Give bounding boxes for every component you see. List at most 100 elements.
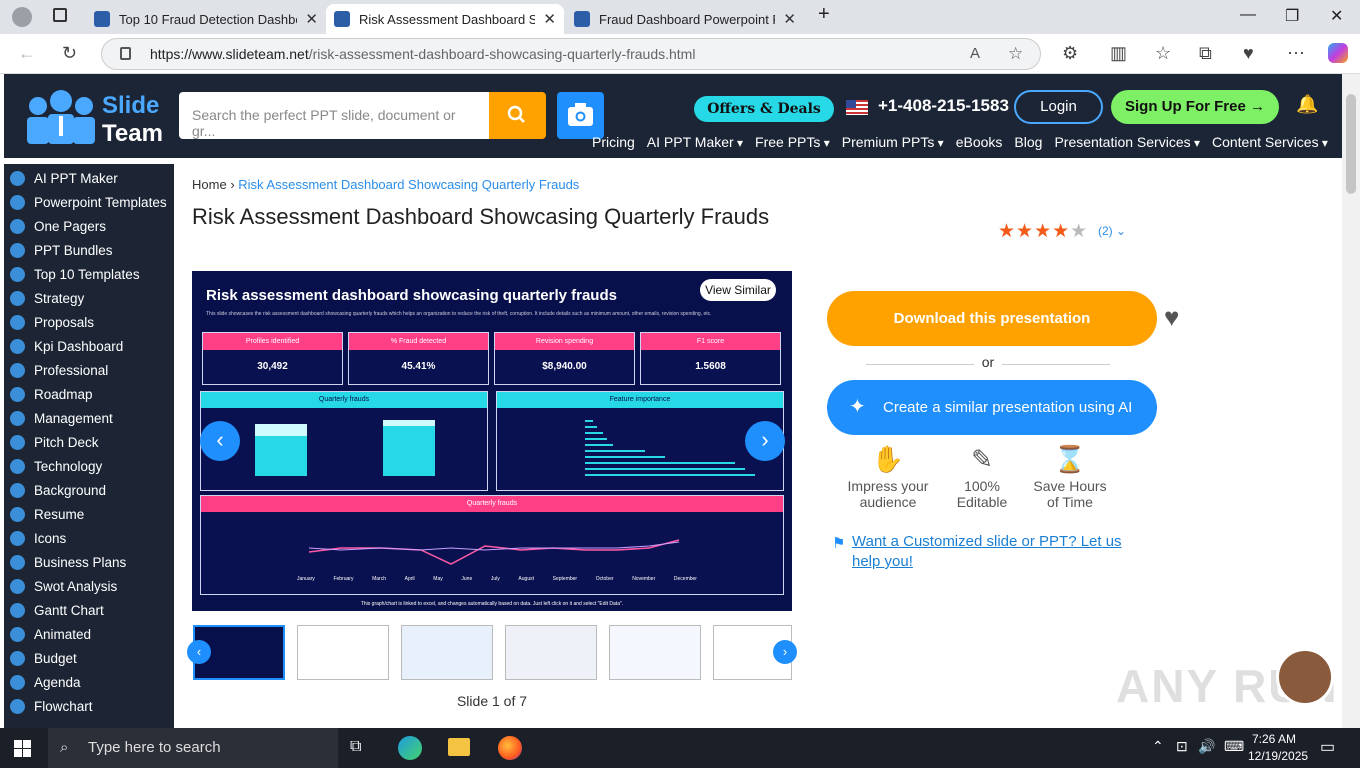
heart-icon[interactable]: ♥ xyxy=(1164,302,1179,333)
clock-time[interactable]: 7:26 AM xyxy=(1252,732,1296,746)
thumb-next-button[interactable]: › xyxy=(773,640,797,664)
edge-taskbar-icon[interactable] xyxy=(398,736,422,760)
sidebar-item[interactable]: Business Plans xyxy=(4,550,174,574)
thumbnail[interactable] xyxy=(297,625,389,680)
windows-start-icon[interactable] xyxy=(14,740,31,757)
copilot-icon[interactable] xyxy=(1328,43,1348,63)
sidebar-item[interactable]: Agenda xyxy=(4,670,174,694)
sidebar-item-label: Technology xyxy=(34,458,103,474)
url-field[interactable]: https://www.slideteam.net/risk-assessmen… xyxy=(101,38,1041,70)
file-explorer-icon[interactable] xyxy=(448,738,470,756)
tab-fraud-dashboard[interactable]: Fraud Dashboard Powerpoint Ppt ✕ xyxy=(566,4,804,34)
taskbar-search[interactable]: ⌕ Type here to search xyxy=(48,728,338,768)
task-view-icon[interactable]: ⧉ xyxy=(350,738,361,756)
phone-number[interactable]: +1-408-215-1583 xyxy=(878,96,1009,116)
slide-prev-button[interactable]: ‹ xyxy=(200,421,240,461)
sidebar-item[interactable]: Swot Analysis xyxy=(4,574,174,598)
network-icon[interactable]: ⊡ xyxy=(1176,738,1188,755)
sidebar-item[interactable]: Icons xyxy=(4,526,174,550)
more-menu-icon[interactable]: ⋯ xyxy=(1287,43,1305,64)
custom-slide-link[interactable]: Want a Customized slide or PPT? Let us h… xyxy=(852,532,1152,572)
notifications-icon[interactable]: ▭ xyxy=(1320,737,1335,757)
sidebar-item[interactable]: Kpi Dashboard xyxy=(4,334,174,358)
slide-next-button[interactable]: › xyxy=(745,421,785,461)
tab-risk-assessment[interactable]: Risk Assessment Dashboard Showcasing ✕ xyxy=(326,4,564,34)
volume-icon[interactable]: 🔊 xyxy=(1198,738,1215,755)
rating-stars[interactable]: ★★★★★ xyxy=(998,220,1088,243)
extensions-icon[interactable]: ⚙ xyxy=(1062,43,1078,64)
sidebar-item[interactable]: Technology xyxy=(4,454,174,478)
sidebar-item[interactable]: Background xyxy=(4,478,174,502)
sidebar-item[interactable]: Proposals xyxy=(4,310,174,334)
slide-preview[interactable]: Risk assessment dashboard showcasing qua… xyxy=(192,271,792,611)
sidebar-item[interactable]: Professional xyxy=(4,358,174,382)
collections-icon[interactable]: ⧉ xyxy=(1199,43,1212,64)
sidebar-item[interactable]: Pitch Deck xyxy=(4,430,174,454)
notification-bell-icon[interactable]: 🔔 xyxy=(1296,94,1318,115)
sidebar-item[interactable]: PPT Bundles xyxy=(4,238,174,262)
close-tab-icon[interactable]: ✕ xyxy=(783,10,796,28)
thumbnail[interactable] xyxy=(401,625,493,680)
review-count[interactable]: (2) ⌄ xyxy=(1098,224,1126,238)
image-search-button[interactable] xyxy=(557,92,604,139)
nav-item-5[interactable]: Blog xyxy=(1014,134,1042,150)
nav-item-1[interactable]: AI PPT Maker xyxy=(647,134,743,150)
favorite-star-icon[interactable]: ☆ xyxy=(1008,39,1023,69)
clock-date[interactable]: 12/19/2025 xyxy=(1248,749,1308,763)
sidebar-item[interactable]: Gantt Chart xyxy=(4,598,174,622)
read-aloud-icon[interactable]: A xyxy=(970,39,980,69)
nav-item-7[interactable]: Content Services xyxy=(1212,134,1328,150)
sidebar-item[interactable]: AI PPT Maker xyxy=(4,166,174,190)
sidebar-item[interactable]: Powerpoint Templates xyxy=(4,190,174,214)
nav-item-4[interactable]: eBooks xyxy=(956,134,1003,150)
sidebar-item[interactable]: Flowchart xyxy=(4,694,174,718)
close-tab-icon[interactable]: ✕ xyxy=(305,10,318,28)
input-method-icon[interactable]: ⌨ xyxy=(1224,738,1244,755)
sidebar-item[interactable]: Roadmap xyxy=(4,382,174,406)
offers-deals-badge[interactable]: Offers & Deals xyxy=(694,96,834,122)
sidebar-item[interactable]: Budget xyxy=(4,646,174,670)
scrollbar-thumb[interactable] xyxy=(1346,94,1356,194)
view-similar-button[interactable]: View Similar xyxy=(700,279,776,301)
tab-top-10-fraud[interactable]: Top 10 Fraud Detection Dashboard ✕ xyxy=(86,4,326,34)
sidebar-item[interactable]: Management xyxy=(4,406,174,430)
close-window-icon[interactable]: ✕ xyxy=(1330,6,1343,26)
breadcrumb-current[interactable]: Risk Assessment Dashboard Showcasing Qua… xyxy=(238,177,579,192)
sidebar-item[interactable]: Resume xyxy=(4,502,174,526)
nav-item-6[interactable]: Presentation Services xyxy=(1054,134,1200,150)
nav-item-3[interactable]: Premium PPTs xyxy=(842,134,944,150)
new-tab-icon[interactable]: + xyxy=(818,3,830,26)
chat-avatar[interactable] xyxy=(1276,648,1334,706)
thumbnail[interactable] xyxy=(505,625,597,680)
favorites-icon[interactable]: ☆ xyxy=(1155,43,1171,64)
nav-item-2[interactable]: Free PPTs xyxy=(755,134,830,150)
breadcrumb-home[interactable]: Home xyxy=(192,177,227,192)
split-screen-icon[interactable]: ▥ xyxy=(1110,43,1127,64)
sidebar-item[interactable]: One Pagers xyxy=(4,214,174,238)
performance-icon[interactable]: ♥ xyxy=(1243,43,1254,64)
login-button[interactable]: Login xyxy=(1014,90,1103,124)
search-button[interactable] xyxy=(489,92,546,139)
refresh-icon[interactable]: ↻ xyxy=(62,43,77,64)
thumbnail[interactable] xyxy=(609,625,701,680)
month-label: May xyxy=(433,576,443,582)
firefox-icon[interactable] xyxy=(498,736,522,760)
minimize-icon[interactable]: — xyxy=(1240,6,1256,24)
maximize-icon[interactable]: ❐ xyxy=(1285,6,1299,26)
nav-item-0[interactable]: Pricing xyxy=(592,134,635,150)
download-button[interactable]: Download this presentation xyxy=(827,291,1157,346)
sidebar-item[interactable]: Top 10 Templates xyxy=(4,262,174,286)
tab-actions-icon[interactable] xyxy=(53,8,67,22)
signup-button[interactable]: Sign Up For Free → xyxy=(1111,90,1279,124)
back-icon[interactable]: ← xyxy=(18,43,36,64)
sidebar-item[interactable]: Strategy xyxy=(4,286,174,310)
profile-icon[interactable] xyxy=(12,7,32,27)
thumb-prev-button[interactable]: ‹ xyxy=(187,640,211,664)
tray-chevron-icon[interactable]: ⌃ xyxy=(1152,738,1164,755)
search-input[interactable]: Search the perfect PPT slide, document o… xyxy=(179,92,489,139)
create-ai-button[interactable]: ✦ Create a similar presentation using AI xyxy=(827,380,1157,435)
sidebar-item[interactable]: Animated xyxy=(4,622,174,646)
page-scrollbar[interactable] xyxy=(1342,74,1360,728)
slideteam-logo[interactable]: Slide Team xyxy=(24,90,164,147)
close-tab-icon[interactable]: ✕ xyxy=(543,10,556,28)
